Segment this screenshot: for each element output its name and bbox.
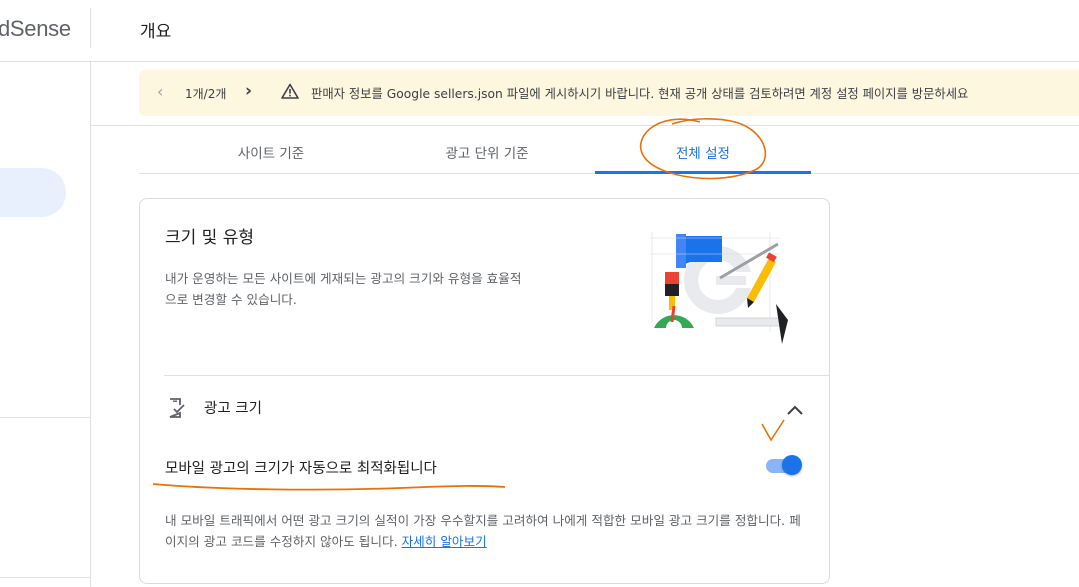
setting-label: 모바일 광고의 크기가 자동으로 최적화됩니다: [165, 461, 437, 477]
notice-divider: [91, 125, 1079, 126]
auto-optimize-toggle[interactable]: [766, 455, 802, 475]
card-description: 내가 운영하는 모든 사이트에 게재되는 광고의 크기와 유형을 효율적으로 변…: [165, 271, 522, 307]
chevron-right-icon[interactable]: ›: [245, 81, 252, 101]
active-tab-indicator: [595, 171, 811, 174]
toggle-thumb: [782, 455, 802, 475]
sidebar-separator-2: [0, 577, 90, 578]
setting-description: 내 모바일 트래픽에서 어떤 광고 크기의 실적이 가장 우수할지를 고려하여 …: [165, 510, 805, 552]
chevron-left-icon[interactable]: ‹: [157, 82, 163, 101]
notice-pager: 1개/2개: [185, 87, 227, 101]
sidebar-separator: [0, 417, 90, 418]
chevron-up-icon[interactable]: [786, 401, 804, 420]
sidebar-item-active[interactable]: [0, 168, 66, 217]
design-tools-illustration: [650, 232, 800, 356]
card-title: 크기 및 유형: [165, 228, 255, 248]
card-section-divider: [164, 375, 830, 376]
learn-more-link[interactable]: 자세히 알아보기: [402, 534, 487, 549]
tab-by-ad-unit[interactable]: 광고 단위 기준: [430, 142, 544, 162]
tab-global-settings[interactable]: 전체 설정: [658, 142, 748, 162]
mobile-check-icon: [166, 397, 186, 423]
header-divider: [90, 8, 91, 48]
page-title: 개요: [140, 22, 172, 42]
adsense-logo[interactable]: dSense: [0, 16, 71, 42]
tab-by-site[interactable]: 사이트 기준: [220, 142, 322, 162]
warning-icon: [281, 83, 299, 103]
section-title-ad-size[interactable]: 광고 크기: [204, 397, 262, 418]
sidebar-divider: [90, 61, 91, 587]
notice-message: 판매자 정보를 Google sellers.json 파일에 게시하시기 바랍…: [311, 87, 969, 101]
notification-banner: ‹ 1개/2개 › 판매자 정보를 Google sellers.json 파일…: [139, 70, 1079, 116]
header-bottom-border: [0, 61, 1079, 62]
